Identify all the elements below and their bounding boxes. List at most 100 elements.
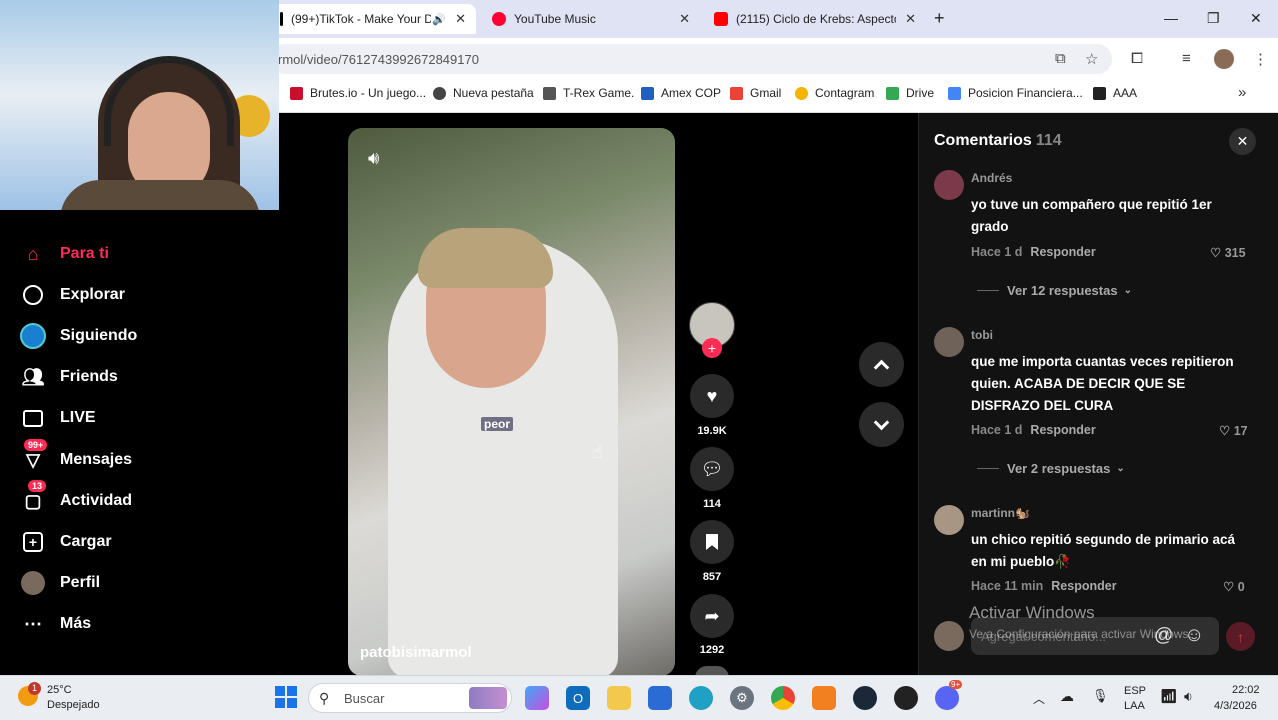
- send-comment-button[interactable]: ↑: [1226, 622, 1255, 651]
- tab-youtube-music[interactable]: YouTube Music ✕: [482, 4, 700, 34]
- menu-icon[interactable]: ⋮: [1253, 50, 1268, 68]
- file-explorer-icon[interactable]: [607, 686, 631, 710]
- bookmark-item[interactable]: Drive: [886, 86, 934, 100]
- clock-date[interactable]: 4/3/2026: [1214, 700, 1257, 712]
- nav-following[interactable]: Siguiendo: [20, 323, 137, 349]
- steam-icon[interactable]: [853, 686, 877, 710]
- arrow-up-icon: ↑: [1237, 628, 1244, 645]
- follow-button[interactable]: +: [702, 338, 722, 358]
- bookmark-item[interactable]: T-Rex Game.: [543, 86, 634, 100]
- edge-icon[interactable]: [689, 686, 713, 710]
- volume-icon[interactable]: 🔉︎: [1184, 688, 1193, 705]
- view-replies-button[interactable]: Ver 2 respuestas ⌄: [977, 461, 1125, 476]
- outlook-icon[interactable]: O: [566, 686, 590, 710]
- home-icon: ⌂: [27, 243, 39, 264]
- speaker-icon[interactable]: 🔊: [432, 13, 446, 26]
- following-icon: [20, 323, 46, 349]
- reply-button[interactable]: Responder: [1030, 423, 1095, 437]
- reply-button[interactable]: Responder: [1051, 579, 1116, 593]
- nav-messages[interactable]: ▽ 99+ Mensajes: [20, 439, 132, 473]
- chrome-icon[interactable]: [771, 686, 795, 710]
- comment-avatar[interactable]: [934, 505, 964, 535]
- bookmark-item[interactable]: Posicion Financiera...: [948, 86, 1083, 100]
- install-app-icon[interactable]: ⧉: [1055, 50, 1066, 67]
- comment-like[interactable]: ♡ 315: [1210, 245, 1246, 260]
- bookmark-item[interactable]: Nueva pestaña: [433, 86, 534, 100]
- tab-tiktok[interactable]: (99+)TikTok - Make Your Da 🔊 ✕: [270, 4, 476, 34]
- media-control-icon[interactable]: ≡: [1182, 50, 1191, 67]
- comment-like[interactable]: ♡ 17: [1219, 423, 1248, 438]
- bookmark-item[interactable]: Contagram: [795, 86, 874, 100]
- store-icon[interactable]: [648, 686, 672, 710]
- save-button[interactable]: [690, 520, 734, 564]
- previous-video-button[interactable]: [859, 342, 904, 387]
- next-video-button[interactable]: [859, 402, 904, 447]
- taskbar-search[interactable]: ⚲ Buscar: [308, 683, 512, 713]
- comment-avatar[interactable]: [934, 327, 964, 357]
- comment-username[interactable]: Andrés: [971, 171, 1012, 185]
- chrome-icon: [433, 86, 446, 100]
- wifi-icon[interactable]: 📶︎: [1160, 688, 1178, 705]
- cloudflare-icon[interactable]: [812, 686, 836, 710]
- close-window-icon[interactable]: ✕: [1250, 10, 1262, 27]
- save-count: 857: [702, 571, 722, 583]
- nav-profile[interactable]: Perfil: [20, 570, 100, 596]
- comment-username[interactable]: martinn🐿️: [971, 506, 1030, 520]
- video-author[interactable]: patobisimarmol: [360, 644, 472, 661]
- nav-for-you[interactable]: ⌂ Para ti: [20, 241, 109, 267]
- tab-youtube-krebs[interactable]: (2115) Ciclo de Krebs: Aspectos ✕: [704, 4, 926, 34]
- reply-button[interactable]: Responder: [1030, 245, 1095, 259]
- profile-avatar[interactable]: [1214, 49, 1234, 69]
- bookmark-item[interactable]: Amex COP: [641, 86, 721, 100]
- onedrive-icon[interactable]: ☁: [1060, 688, 1074, 705]
- close-tab-icon[interactable]: ✕: [905, 11, 916, 27]
- headphones: [104, 56, 234, 146]
- nav-explore[interactable]: Explorar: [20, 282, 125, 308]
- heart-outline-icon: ♡: [1219, 424, 1231, 438]
- comment-like[interactable]: ♡ 0: [1223, 579, 1245, 594]
- start-button[interactable]: [275, 686, 297, 708]
- more-bookmarks-icon[interactable]: »: [1238, 84, 1246, 101]
- discord-icon[interactable]: 9+: [935, 680, 963, 710]
- nav-live[interactable]: LIVE: [20, 405, 96, 431]
- minimize-icon[interactable]: —: [1164, 10, 1178, 26]
- friends-icon: 👥︎: [21, 366, 45, 387]
- like-button[interactable]: ♥: [690, 374, 734, 418]
- view-replies-button[interactable]: Ver 12 respuestas ⌄: [977, 283, 1132, 298]
- settings-icon[interactable]: ⚙: [730, 686, 754, 710]
- close-tab-icon[interactable]: ✕: [679, 11, 690, 27]
- bookmark-item[interactable]: AAA: [1093, 86, 1137, 100]
- clock-time[interactable]: 22:02: [1232, 684, 1260, 696]
- bookmark-item[interactable]: Gmail: [730, 86, 781, 100]
- copilot-icon[interactable]: [525, 686, 549, 710]
- video-subject-hair: [418, 228, 553, 288]
- microphone-icon[interactable]: 🎙︎: [1092, 688, 1109, 704]
- language-indicator[interactable]: ESP: [1124, 685, 1146, 697]
- comment-avatar[interactable]: [934, 170, 964, 200]
- bookmark-item[interactable]: Brutes.io - Un juego...: [290, 86, 426, 100]
- extensions-icon[interactable]: ⧠: [1131, 50, 1143, 67]
- tray-overflow-icon[interactable]: ︿: [1033, 690, 1045, 707]
- bookmark-star-icon[interactable]: ☆: [1085, 50, 1098, 68]
- tiktok-favicon-icon: [280, 12, 283, 26]
- comment-text: un chico repitió segundo de primario acá…: [971, 532, 1236, 569]
- messages-icon: ▽ 99+: [20, 439, 48, 473]
- close-comments-button[interactable]: ✕: [1229, 128, 1256, 155]
- comment-button[interactable]: 💬︎: [690, 447, 734, 491]
- maximize-icon[interactable]: ❐: [1207, 10, 1220, 27]
- nav-activity[interactable]: ▢ 13 Actividad: [20, 480, 132, 514]
- activity-badge: 13: [28, 480, 47, 492]
- new-tab-button[interactable]: +: [934, 8, 945, 29]
- discord-badge: 9+: [949, 680, 963, 689]
- amex-icon: [641, 86, 654, 100]
- nav-more[interactable]: ⋯ Más: [20, 611, 91, 637]
- comment-username[interactable]: tobi: [971, 328, 993, 342]
- share-button[interactable]: ➦: [690, 594, 734, 638]
- video-player[interactable]: 🔊︎ peor patobisimarmol: [348, 128, 675, 676]
- url-text[interactable]: rmol/video/7612743992672849170: [278, 52, 479, 67]
- volume-icon[interactable]: 🔊︎: [368, 148, 379, 169]
- nav-friends[interactable]: 👥︎ Friends: [20, 364, 118, 390]
- nav-upload[interactable]: + Cargar: [20, 529, 112, 555]
- game-app-icon[interactable]: [894, 686, 918, 710]
- close-tab-icon[interactable]: ✕: [455, 11, 466, 27]
